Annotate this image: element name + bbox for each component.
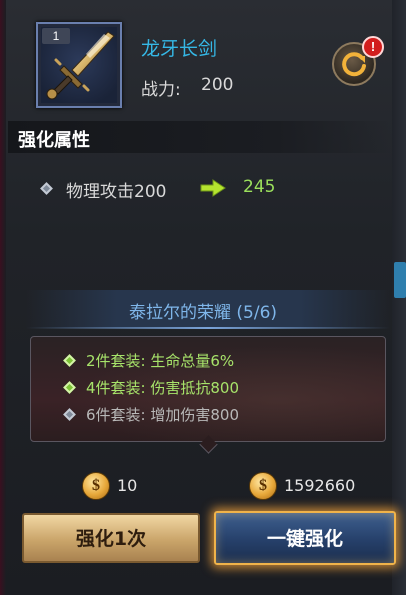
enhance-once-button[interactable]: 强化1次: [22, 513, 200, 563]
set-title: 泰拉尔的荣耀 (5/6): [128, 303, 278, 323]
alert-icon: !: [362, 36, 384, 58]
set-bonus-line: 6件套装: 增加伤害800: [86, 406, 239, 424]
section-title: 强化属性: [18, 130, 90, 151]
set-bonus-line: 2件套装: 生命总量6%: [86, 352, 235, 370]
gold-balance: 1592660: [284, 476, 356, 495]
attribute-label: 物理攻击200: [66, 182, 167, 202]
arrow-right-icon: [200, 179, 226, 197]
item-name: 龙牙长剑: [141, 38, 218, 60]
item-slot[interactable]: 1: [36, 22, 122, 108]
power-label: 战力:: [141, 80, 181, 100]
attribute-new-value: 245: [243, 177, 276, 197]
gold-coin-icon: $: [249, 472, 277, 500]
item-level-badge: 1: [42, 28, 70, 44]
gold-coin-icon: $: [82, 472, 110, 500]
single-cost: 10: [117, 476, 138, 495]
set-title-underline: [26, 327, 390, 329]
scrollbar-thumb[interactable]: [394, 262, 406, 298]
power-value: 200: [201, 75, 234, 95]
set-bonus-line: 4件套装: 伤害抵抗800: [86, 379, 239, 397]
enhance-all-button[interactable]: 一键强化: [214, 511, 396, 565]
